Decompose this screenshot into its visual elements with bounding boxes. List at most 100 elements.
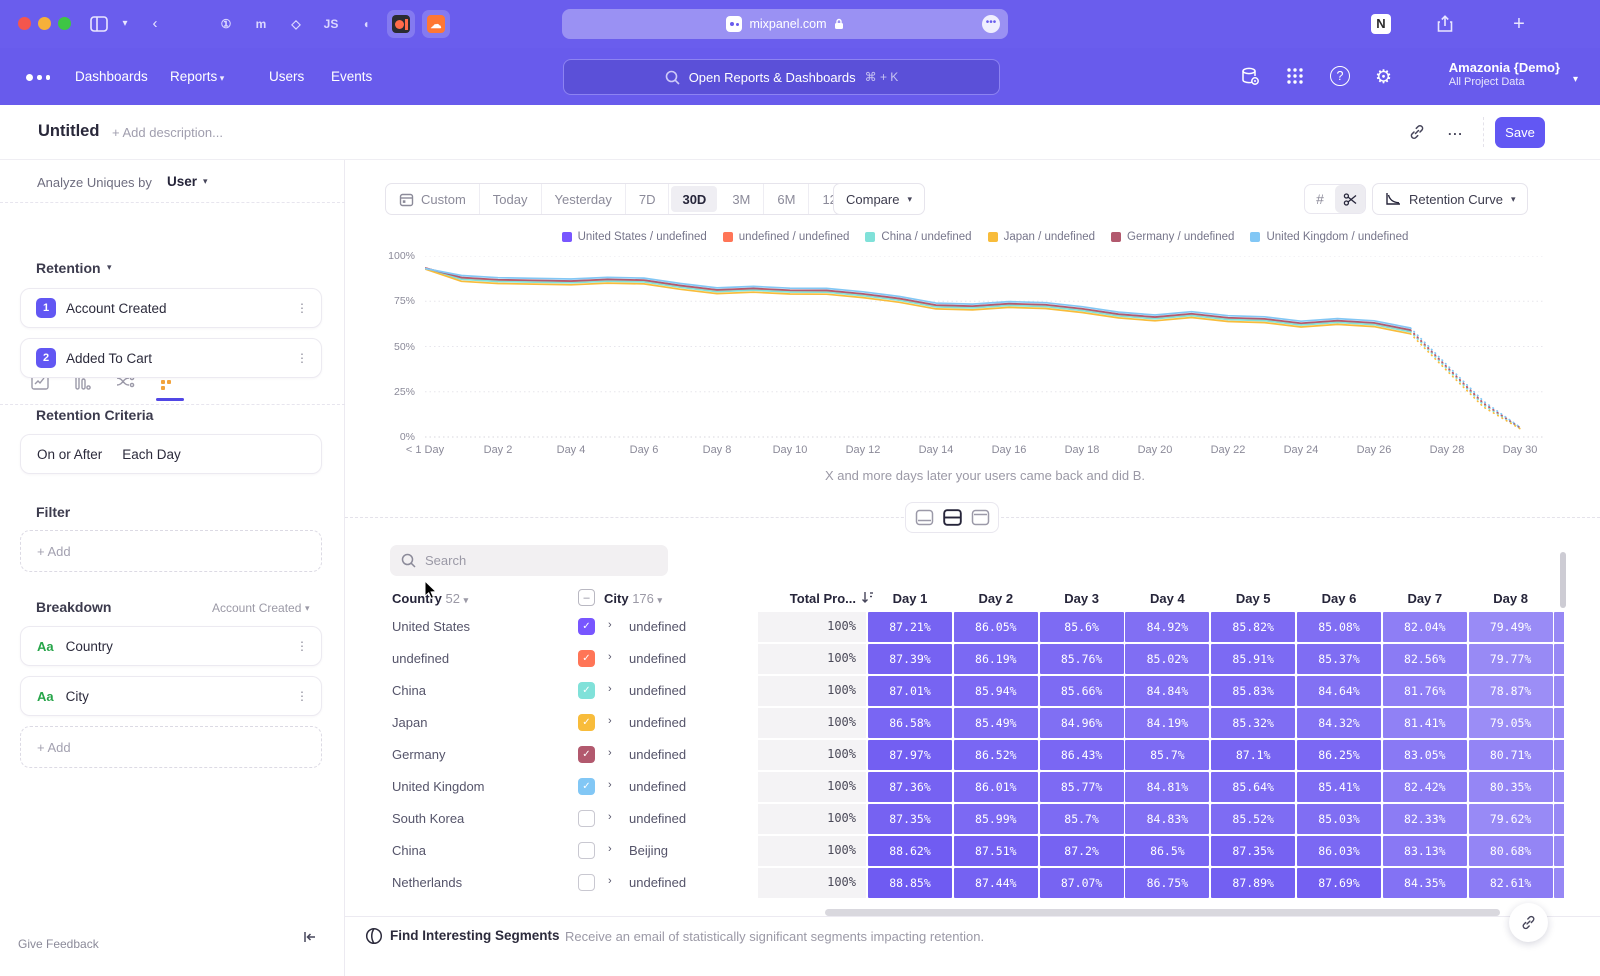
retention-cell[interactable]: 85.41% <box>1297 772 1381 802</box>
retention-cell[interactable]: 85.76% <box>1040 644 1124 674</box>
retention-cell[interactable]: 85.64% <box>1211 772 1295 802</box>
data-management-icon[interactable] <box>1240 66 1261 87</box>
values-toggle-icon[interactable]: # <box>1305 185 1335 213</box>
retention-cell[interactable]: 84.84% <box>1125 676 1209 706</box>
new-tab-icon[interactable]: + <box>1506 12 1532 36</box>
retention-step-card[interactable]: 1Account Created⋮ <box>20 288 322 328</box>
retention-cell[interactable]: 83.05% <box>1383 740 1467 770</box>
row-city-label[interactable]: undefined <box>629 651 686 666</box>
step-event-label[interactable]: Added To Cart <box>66 351 152 366</box>
nav-item-dashboards[interactable]: Dashboards <box>75 69 148 84</box>
breakdown-property-label[interactable]: City <box>66 689 89 704</box>
help-icon[interactable]: ? <box>1330 66 1350 86</box>
chart-type-dropdown[interactable]: Retention Curve ▾ <box>1372 183 1528 215</box>
retention-section-title[interactable]: Retention <box>36 260 101 276</box>
expand-row-icon[interactable]: › <box>608 843 612 855</box>
retention-cell[interactable]: 78.87% <box>1469 676 1553 706</box>
retention-cell[interactable]: 85.6% <box>1040 612 1124 642</box>
retention-cell[interactable]: 87.39% <box>868 644 952 674</box>
retention-cell[interactable]: 85.82% <box>1211 612 1295 642</box>
legend-item[interactable]: undefined / undefined <box>723 231 850 243</box>
retention-cell[interactable]: 86.19% <box>954 644 1038 674</box>
compare-button[interactable]: Compare ▾ <box>833 183 925 215</box>
total-column-header[interactable]: Total Pro... <box>769 591 856 606</box>
kebab-menu-icon[interactable]: ⋮ <box>296 356 308 361</box>
duckduckgo-icon[interactable]: ◖ <box>352 10 380 38</box>
retention-cell[interactable]: 86.05% <box>954 612 1038 642</box>
kebab-menu-icon[interactable]: ⋮ <box>296 644 308 649</box>
retention-cell[interactable]: 85.77% <box>1040 772 1124 802</box>
retention-cell[interactable]: 85.83% <box>1211 676 1295 706</box>
view-table-only-icon[interactable] <box>966 505 994 530</box>
retention-cell[interactable]: 88.62% <box>868 836 952 866</box>
back-icon[interactable]: ‹ <box>142 12 168 36</box>
expand-row-icon[interactable]: › <box>608 651 612 663</box>
row-country-label[interactable]: Germany <box>392 747 445 762</box>
expand-row-icon[interactable]: › <box>608 779 612 791</box>
row-city-label[interactable]: undefined <box>629 619 686 634</box>
row-checkbox[interactable] <box>578 874 595 891</box>
share-link-fab[interactable] <box>1509 903 1548 942</box>
retention-cell[interactable]: 82.33% <box>1383 804 1467 834</box>
date-range-today[interactable]: Today <box>480 184 542 214</box>
copy-link-icon[interactable] <box>1408 123 1426 141</box>
retention-cell[interactable]: 82.04% <box>1383 612 1467 642</box>
retention-cell[interactable]: 87.44% <box>954 868 1038 898</box>
table-search-input[interactable] <box>425 553 645 568</box>
minimize-window-button[interactable] <box>38 17 51 30</box>
row-checkbox[interactable]: ✓ <box>578 746 595 763</box>
select-all-checkbox[interactable]: – <box>578 589 595 606</box>
retention-cell[interactable]: 87.51% <box>954 836 1038 866</box>
date-range-7d[interactable]: 7D <box>626 184 670 214</box>
breakdown-card-country[interactable]: AaCountry⋮ <box>20 626 322 666</box>
criteria-each-day[interactable]: Each Day <box>122 447 181 462</box>
criteria-card[interactable]: On or After Each Day <box>20 434 322 474</box>
zoom-window-button[interactable] <box>58 17 71 30</box>
retention-cell[interactable]: 85.37% <box>1297 644 1381 674</box>
retention-cell[interactable]: 79.77% <box>1469 644 1553 674</box>
retention-cell[interactable]: 86.75% <box>1125 868 1209 898</box>
retention-cell[interactable]: 86.52% <box>954 740 1038 770</box>
retention-cell[interactable]: 84.19% <box>1125 708 1209 738</box>
row-checkbox[interactable]: ✓ <box>578 682 595 699</box>
retention-cell[interactable]: 87.36% <box>868 772 952 802</box>
date-range-6m[interactable]: 6M <box>764 184 809 214</box>
row-city-label[interactable]: undefined <box>629 875 686 890</box>
retention-cell[interactable]: 86.43% <box>1040 740 1124 770</box>
settings-gear-icon[interactable]: ⚙ <box>1375 66 1392 89</box>
row-checkbox[interactable]: ✓ <box>578 778 595 795</box>
row-checkbox[interactable] <box>578 842 595 859</box>
retention-cell[interactable]: 85.08% <box>1297 612 1381 642</box>
retention-cell[interactable]: 85.99% <box>954 804 1038 834</box>
retention-cell[interactable]: 86.25% <box>1297 740 1381 770</box>
global-search-button[interactable]: Open Reports & Dashboards ⌘ + K <box>563 59 1000 95</box>
find-segments-button[interactable]: Find Interesting Segments <box>390 928 560 943</box>
retention-cell[interactable]: 81.41% <box>1383 708 1467 738</box>
expand-row-icon[interactable]: › <box>608 715 612 727</box>
day-column-header[interactable]: Day 6 <box>1297 591 1381 606</box>
day-column-header[interactable]: Day 4 <box>1125 591 1209 606</box>
report-title[interactable]: Untitled <box>38 122 99 141</box>
retention-step-card[interactable]: 2Added To Cart⋮ <box>20 338 322 378</box>
close-window-button[interactable] <box>18 17 31 30</box>
day-column-header[interactable]: Day 8 <box>1469 591 1553 606</box>
day-column-header[interactable]: Day 1 <box>868 591 952 606</box>
retention-cell[interactable]: 87.69% <box>1297 868 1381 898</box>
retention-cell[interactable]: 86.01% <box>954 772 1038 802</box>
day-column-header[interactable]: Day 2 <box>954 591 1038 606</box>
box-icon[interactable]: ◇ <box>282 10 310 38</box>
date-range-3m[interactable]: 3M <box>719 184 764 214</box>
retention-cell[interactable]: 87.07% <box>1040 868 1124 898</box>
retention-cell[interactable]: 85.49% <box>954 708 1038 738</box>
nav-item-users[interactable]: Users <box>269 69 304 84</box>
row-country-label[interactable]: Japan <box>392 715 427 730</box>
city-column-header[interactable]: City 176 ▾ <box>604 591 662 606</box>
row-city-label[interactable]: undefined <box>629 811 686 826</box>
vertical-scrollbar[interactable] <box>1560 552 1566 608</box>
expand-row-icon[interactable]: › <box>608 811 612 823</box>
row-city-label[interactable]: undefined <box>629 747 686 762</box>
retention-cell[interactable]: 84.96% <box>1040 708 1124 738</box>
retention-cell[interactable]: 81.76% <box>1383 676 1467 706</box>
more-actions-button[interactable]: ... <box>1448 123 1463 138</box>
row-city-label[interactable]: undefined <box>629 683 686 698</box>
